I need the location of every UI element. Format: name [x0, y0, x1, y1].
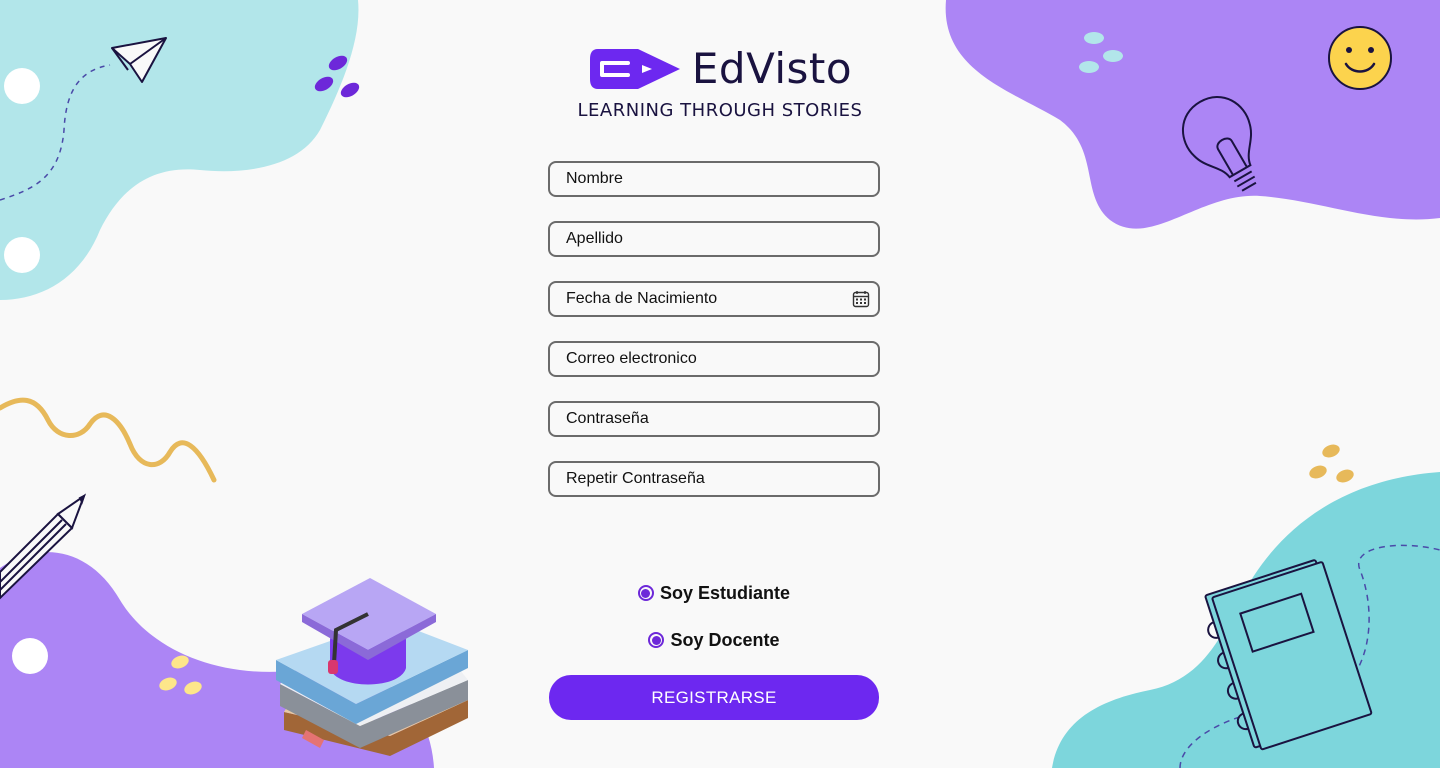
birth-date-input[interactable]: [550, 283, 878, 315]
student-label: Soy Estudiante: [659, 582, 791, 603]
email-field: [548, 341, 880, 377]
edvisto-logo-icon: [589, 48, 680, 89]
teacher-radio[interactable]: [648, 632, 665, 648]
brand-tagline: LEARNING THROUGH STORIES: [577, 99, 863, 121]
repeat-password-field: [548, 461, 880, 497]
last-name-input[interactable]: [550, 223, 878, 255]
teacher-label: Soy Docente: [670, 629, 780, 650]
role-student-option[interactable]: Soy Estudiante: [548, 578, 880, 608]
radio-dot-icon: [641, 588, 651, 598]
brand-row: EdVisto: [588, 44, 852, 93]
register-button[interactable]: REGISTRARSE: [549, 675, 879, 720]
calendar-icon[interactable]: [852, 290, 870, 308]
student-radio[interactable]: [637, 585, 654, 601]
password-field: [548, 401, 880, 437]
role-selection: Soy Estudiante Soy Docente: [548, 578, 880, 672]
registration-page: EdVisto LEARNING THROUGH STORIES Nombre …: [0, 0, 1440, 768]
email-input[interactable]: [550, 343, 878, 375]
first-name-field: [548, 161, 880, 197]
repeat-password-input[interactable]: [550, 463, 878, 495]
radio-dot-icon: [651, 635, 661, 645]
birth-date-field: [548, 281, 880, 317]
books-graduation-cap-icon: [276, 578, 468, 756]
brand-name: EdVisto: [691, 44, 853, 93]
password-input[interactable]: [550, 403, 878, 435]
squiggle-decoration: [0, 397, 217, 483]
registration-form: [548, 161, 880, 521]
role-teacher-option[interactable]: Soy Docente: [548, 625, 880, 655]
last-name-field: [548, 221, 880, 257]
brand-header: EdVisto LEARNING THROUGH STORIES: [0, 44, 1440, 121]
first-name-input[interactable]: [550, 163, 878, 195]
